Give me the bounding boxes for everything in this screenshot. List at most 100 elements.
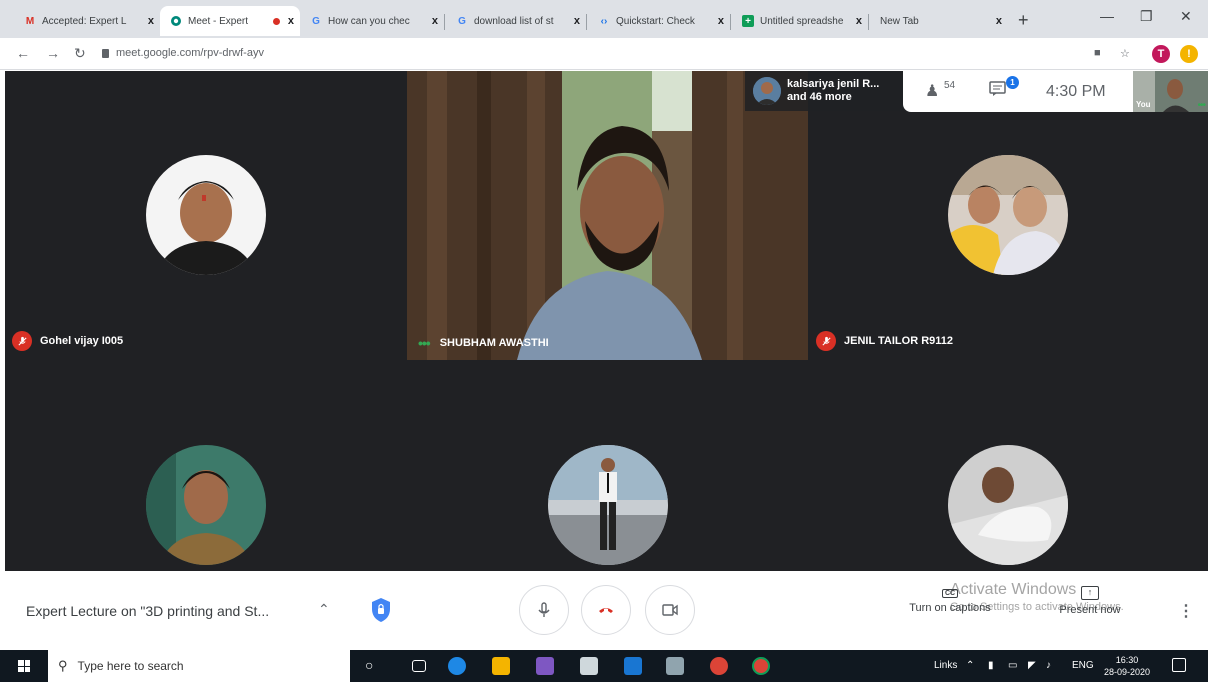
- clock-time: 16:30: [1115, 655, 1139, 665]
- windows-taskbar: ⚲ Type here to search ○ Links ⌃ ▮ ▭ ◤ ♪ …: [0, 650, 1208, 682]
- tab-close-icon[interactable]: x: [148, 15, 154, 27]
- participant-avatar: [548, 445, 668, 565]
- tab-close-icon[interactable]: x: [288, 15, 294, 27]
- tab-title: download list of st: [474, 15, 554, 27]
- more-participants-count: and 46 more: [787, 91, 852, 103]
- tray-chevron-icon[interactable]: ⌃: [966, 660, 974, 671]
- tab-divider: [868, 14, 869, 30]
- url-field[interactable]: meet.google.com/rpv-drwf-ayv: [116, 47, 264, 59]
- more-options-icon[interactable]: •••: [418, 335, 431, 351]
- captions-label: Turn on captions: [909, 602, 991, 614]
- gmail-icon: M: [25, 15, 35, 27]
- tab-title: How can you chec: [328, 15, 410, 27]
- tab-title: Quickstart: Check: [616, 15, 695, 27]
- host-controls-shield-icon[interactable]: [370, 597, 392, 623]
- people-icon[interactable]: ♟: [925, 81, 939, 101]
- tab-divider: [444, 14, 445, 30]
- language-indicator[interactable]: ENG: [1072, 660, 1094, 671]
- battery-icon[interactable]: ▭: [1008, 660, 1017, 671]
- meeting-clock: 4:30 PM: [1046, 83, 1106, 100]
- cortana-icon[interactable]: ○: [365, 657, 383, 675]
- captions-button[interactable]: CC Turn on captions: [905, 586, 995, 614]
- tab-close-icon[interactable]: x: [432, 15, 438, 27]
- reload-icon[interactable]: ↻: [74, 45, 86, 62]
- taskbar-clock[interactable]: 16:30 28-09-2020: [1104, 654, 1150, 678]
- code-icon: ‹›: [600, 15, 608, 27]
- wifi-icon[interactable]: ◤: [1028, 660, 1036, 671]
- taskbar-search[interactable]: ⚲ Type here to search: [48, 650, 350, 682]
- new-tab-button[interactable]: +: [1018, 10, 1029, 31]
- meet-icon: [170, 15, 182, 27]
- leave-call-button[interactable]: [581, 585, 631, 635]
- profile-avatar[interactable]: T: [1152, 45, 1170, 63]
- camera-icon: [662, 604, 678, 616]
- meeting-title[interactable]: Expert Lecture on "3D printing and St...: [26, 603, 269, 619]
- chrome-icon[interactable]: [710, 657, 728, 675]
- microphone-icon: [538, 602, 550, 617]
- browser-tab-strip: M Accepted: Expert L x Meet - Expert x G…: [0, 0, 1208, 38]
- windows-start-icon[interactable]: [18, 660, 30, 672]
- links-toolbar[interactable]: Links: [934, 660, 957, 671]
- address-bar: ← → ↻ meet.google.com/rpv-drwf-ayv ■ ☆: [0, 38, 1208, 70]
- tab-close-icon[interactable]: x: [856, 15, 862, 27]
- tab-google-search-2[interactable]: G download list of st x: [446, 6, 586, 36]
- notifications-icon[interactable]: [1172, 658, 1186, 672]
- chat-icon[interactable]: [989, 81, 1007, 102]
- edge-icon[interactable]: [448, 657, 466, 675]
- tab-gmail[interactable]: M Accepted: Expert L x: [14, 6, 160, 36]
- tab-quickstart[interactable]: ‹› Quickstart: Check x: [588, 6, 730, 36]
- window-close-icon[interactable]: ✕: [1180, 8, 1192, 25]
- bookmark-star-icon[interactable]: ☆: [1120, 47, 1130, 60]
- meeting-info-bar: ♟ 54 1 4:30 PM: [903, 71, 1133, 112]
- meet-control-bar: Expert Lecture on "3D printing and St...…: [0, 571, 1208, 650]
- more-options-icon[interactable]: ⋮: [1178, 601, 1194, 621]
- tab-new-tab[interactable]: New Tab x: [870, 6, 1008, 36]
- forward-arrow-icon[interactable]: →: [46, 45, 60, 61]
- search-icon: ⚲: [58, 658, 68, 673]
- chrome-profile-icon[interactable]: [752, 657, 770, 675]
- participant-name-tag: ••• SHUBHAM AWASTHI: [418, 335, 549, 351]
- tab-divider: [730, 14, 731, 30]
- tab-divider: [586, 14, 587, 30]
- tab-close-icon[interactable]: x: [574, 15, 580, 27]
- camera-button[interactable]: [645, 585, 695, 635]
- google-icon: G: [458, 15, 466, 27]
- microphone-tray-icon[interactable]: ▮: [988, 660, 994, 671]
- tab-close-icon[interactable]: x: [718, 15, 724, 27]
- file-explorer-icon[interactable]: [492, 657, 510, 675]
- chevron-up-icon[interactable]: ⌃: [318, 601, 330, 618]
- google-icon: G: [312, 15, 320, 27]
- tab-google-search-1[interactable]: G How can you chec x: [300, 6, 444, 36]
- participant-avatar: [146, 445, 266, 565]
- back-arrow-icon[interactable]: ←: [16, 45, 30, 61]
- restore-icon[interactable]: ❐: [1140, 8, 1153, 25]
- volume-icon[interactable]: ♪: [1046, 660, 1051, 671]
- chat-unread-badge: 1: [1006, 76, 1019, 89]
- camera-permission-icon[interactable]: ■: [1094, 47, 1101, 59]
- lock-icon: [102, 49, 109, 58]
- minimize-icon[interactable]: —: [1100, 8, 1114, 24]
- people-count: 54: [944, 80, 956, 91]
- app-icon[interactable]: [666, 657, 684, 675]
- participant-avatar: [146, 155, 266, 275]
- mic-off-icon: [816, 331, 836, 351]
- clock-date: 28-09-2020: [1104, 667, 1151, 677]
- present-label: Present now: [1059, 604, 1121, 616]
- more-participants-badge[interactable]: kalsariya jenil R... and 46 more: [745, 71, 903, 111]
- participant-video: [407, 71, 808, 360]
- tab-sheets[interactable]: + Untitled spreadshe x: [732, 6, 868, 36]
- update-alert-icon[interactable]: !: [1180, 45, 1198, 63]
- mail-icon[interactable]: [624, 657, 642, 675]
- self-view-tile[interactable]: You •••: [1133, 71, 1208, 112]
- self-options-icon[interactable]: •••: [1197, 100, 1205, 111]
- task-view-icon[interactable]: [412, 660, 426, 672]
- mic-off-icon: [12, 331, 32, 351]
- window-app-icon[interactable]: [580, 657, 598, 675]
- microphone-button[interactable]: [519, 585, 569, 635]
- sheets-icon: +: [742, 15, 754, 27]
- tab-title: Accepted: Expert L: [42, 15, 127, 27]
- tab-close-icon[interactable]: x: [996, 15, 1002, 27]
- present-now-button[interactable]: ↑ Present now: [1050, 586, 1130, 616]
- paint-icon[interactable]: [536, 657, 554, 675]
- tab-meet[interactable]: Meet - Expert x: [160, 6, 300, 36]
